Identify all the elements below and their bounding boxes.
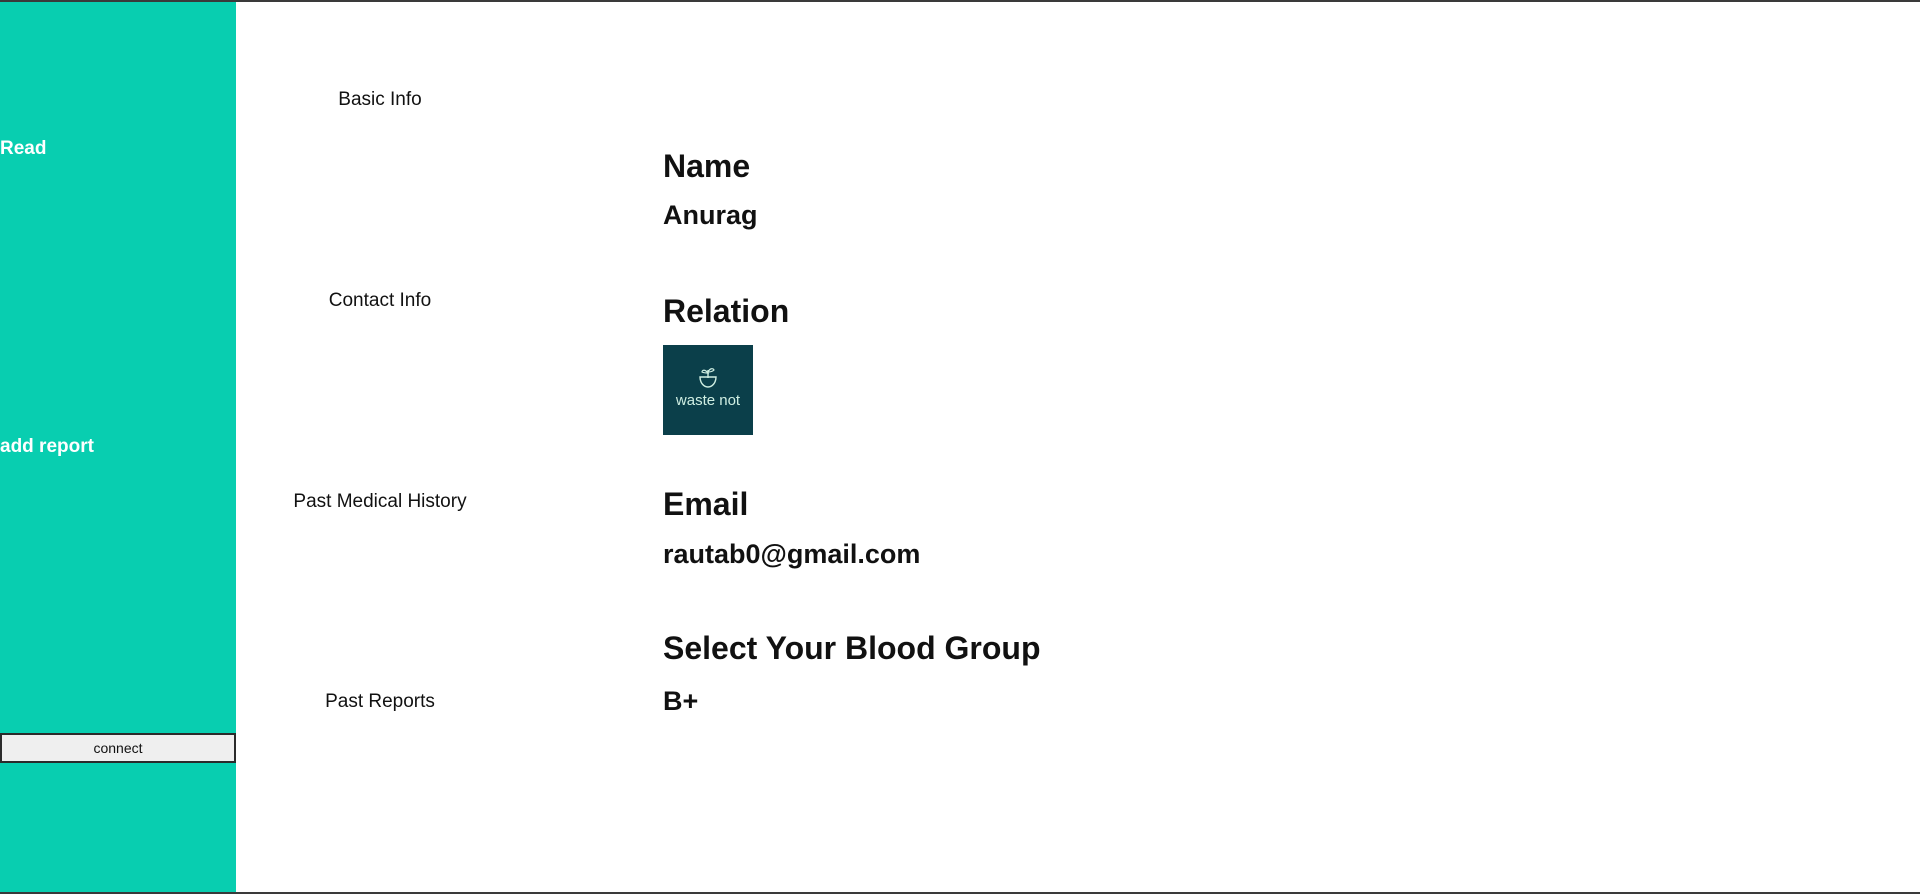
app-window: Read add report connect Basic Info Conta…	[0, 0, 1920, 894]
section-link-contact-info[interactable]: Contact Info	[236, 290, 524, 312]
sidebar: Read add report connect	[0, 2, 236, 892]
blood-group-label: Select Your Blood Group	[663, 630, 1041, 666]
blood-group-value[interactable]: B+	[663, 686, 698, 717]
section-link-past-reports[interactable]: Past Reports	[236, 691, 524, 713]
section-nav: Basic Info Contact Info Past Medical His…	[236, 2, 524, 892]
sprout-icon	[699, 368, 717, 388]
section-link-past-medical-history[interactable]: Past Medical History	[236, 491, 524, 513]
sidebar-item-add-report[interactable]: add report	[0, 436, 94, 458]
connect-button[interactable]: connect	[0, 733, 236, 763]
section-link-basic-info[interactable]: Basic Info	[236, 89, 524, 111]
relation-label: Relation	[663, 293, 790, 329]
email-value: rautab0@gmail.com	[663, 539, 921, 569]
email-label: Email	[663, 486, 749, 522]
name-label: Name	[663, 148, 751, 184]
relation-logo-image: waste not	[663, 345, 753, 435]
name-value: Anurag	[663, 200, 758, 230]
sidebar-item-read[interactable]: Read	[0, 138, 46, 160]
relation-logo-text: waste not	[675, 392, 741, 409]
